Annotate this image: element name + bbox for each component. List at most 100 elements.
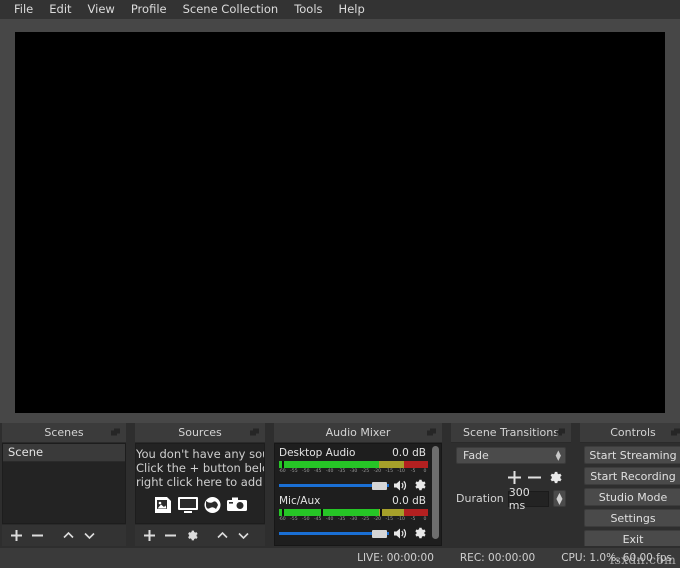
sources-dock: Sources You don't have any sources. Clic… — [133, 423, 267, 548]
cpu-fps-status: CPU: 1.0%, 60.00 fps — [561, 552, 672, 564]
mute-button[interactable] — [393, 479, 408, 492]
add-source-button[interactable] — [140, 526, 159, 545]
meter-tick-label: -10 — [397, 517, 405, 522]
preview-area — [0, 19, 680, 423]
transition-select[interactable]: Fade ▲ ▼ — [456, 447, 566, 464]
meter-tick-label: -55 — [290, 517, 298, 522]
display-capture-icon — [177, 497, 198, 513]
meter-tick-label: -30 — [349, 517, 358, 522]
stepper-down-icon[interactable]: ▼ — [556, 497, 562, 505]
remove-scene-button[interactable] — [28, 526, 47, 545]
menu-item-view[interactable]: View — [80, 0, 123, 19]
channel-settings-button[interactable] — [412, 526, 426, 540]
menu-bar: File Edit View Profile Scene Collection … — [0, 0, 680, 19]
image-icon — [154, 497, 171, 513]
meter-peak-marker — [281, 509, 284, 516]
move-scene-up-button[interactable] — [59, 526, 78, 545]
speaker-icon — [394, 480, 407, 490]
channel-settings-button[interactable] — [412, 478, 426, 492]
source-properties-button[interactable] — [182, 526, 201, 545]
dock-row: Scenes Scene Sources You don't have any … — [0, 423, 680, 548]
scenes-dock: Scenes Scene — [0, 423, 128, 548]
sources-empty-line-3: right click here to add one. — [136, 475, 264, 489]
sources-empty-placeholder[interactable]: You don't have any sources. Click the + … — [135, 443, 265, 524]
menu-item-profile[interactable]: Profile — [123, 0, 175, 19]
live-time-status: LIVE: 00:00:00 — [357, 552, 434, 564]
add-transition-button[interactable] — [505, 468, 524, 487]
add-scene-button[interactable] — [7, 526, 26, 545]
sources-empty-icon-row — [153, 496, 248, 514]
volume-slider[interactable] — [279, 479, 389, 492]
sources-toolbar — [135, 524, 265, 546]
meter-tick-label: -30 — [349, 469, 358, 474]
mute-button[interactable] — [393, 527, 408, 540]
sources-empty-line-2: Click the + button below, or — [136, 461, 264, 475]
meter-tick-label: -20 — [373, 517, 382, 522]
meter-tick-label: -60 — [279, 469, 286, 474]
mixer-scrollbar[interactable] — [430, 444, 441, 545]
scenes-list-container: Scene — [2, 443, 126, 524]
start-streaming-button[interactable]: Start Streaming — [584, 446, 680, 464]
scene-transitions-dock-title-label: Scene Transitions — [463, 426, 559, 439]
meter-tick-label: -50 — [302, 517, 310, 522]
menu-item-tools[interactable]: Tools — [286, 0, 330, 19]
start-recording-button[interactable]: Start Recording — [584, 467, 680, 485]
minus-icon — [32, 534, 43, 537]
float-icon[interactable] — [427, 428, 436, 437]
channel-name: Mic/Aux — [279, 495, 321, 507]
menu-item-file[interactable]: File — [6, 0, 41, 19]
gear-icon — [415, 527, 426, 539]
meter-tick-label: -45 — [313, 469, 322, 474]
channel-level: 0.0 dB — [392, 495, 426, 507]
menu-item-scene-collection[interactable]: Scene Collection — [175, 0, 287, 19]
mixer-scrollbar-thumb[interactable] — [432, 446, 439, 540]
scenes-toolbar — [2, 524, 126, 546]
duration-stepper[interactable]: ▲ ▼ — [553, 490, 566, 507]
meter-peak-marker — [380, 509, 383, 516]
meter-segment — [279, 509, 379, 516]
slider-handle[interactable] — [372, 481, 387, 490]
meter-tick-label: 0 — [423, 517, 427, 522]
move-source-down-button[interactable] — [234, 526, 253, 545]
scenes-list[interactable]: Scene — [2, 443, 126, 524]
studio-mode-button[interactable]: Studio Mode — [584, 488, 680, 506]
float-icon[interactable] — [671, 428, 680, 437]
remove-source-button[interactable] — [161, 526, 180, 545]
meter-tick-label: -25 — [361, 469, 370, 474]
float-icon[interactable] — [556, 428, 565, 437]
meter-peak-marker — [320, 509, 323, 516]
meter-tick-label: -35 — [337, 469, 346, 474]
scene-list-item[interactable]: Scene — [3, 444, 125, 462]
scenes-dock-title: Scenes — [2, 423, 126, 443]
duration-label: Duration — [456, 492, 504, 505]
mixer-channel-mic-aux: Mic/Aux 0.0 dB -60-55-50-45-40-35-30-25-… — [279, 495, 428, 540]
controls-dock-title-label: Controls — [610, 426, 656, 439]
transition-properties-button[interactable] — [545, 468, 564, 487]
float-icon[interactable] — [111, 428, 120, 437]
move-source-up-button[interactable] — [213, 526, 232, 545]
controls-dock: Controls Start Streaming Start Recording… — [578, 423, 680, 548]
meter-tick-label: -40 — [325, 517, 334, 522]
menu-item-edit[interactable]: Edit — [41, 0, 79, 19]
duration-input[interactable]: 300 ms — [507, 486, 549, 512]
meter-segment — [279, 461, 379, 468]
volume-slider[interactable] — [279, 527, 389, 540]
move-scene-down-button[interactable] — [80, 526, 99, 545]
minus-icon — [165, 534, 176, 537]
channel-name: Desktop Audio — [279, 447, 356, 459]
meter-segment — [378, 509, 405, 516]
slider-handle[interactable] — [372, 529, 387, 538]
preview-canvas[interactable] — [15, 32, 665, 413]
meter-tick-label: -15 — [385, 469, 394, 474]
menu-item-help[interactable]: Help — [331, 0, 373, 19]
audio-mixer-body: Desktop Audio 0.0 dB -60-55-50-45-40-35-… — [274, 443, 442, 546]
meter-tick-label: -55 — [290, 469, 298, 474]
exit-button[interactable]: Exit — [584, 530, 680, 546]
audio-mixer-dock: Audio Mixer Desktop Audio 0.0 dB -60-55-… — [272, 423, 444, 548]
settings-button[interactable]: Settings — [584, 509, 680, 527]
speaker-icon — [394, 528, 407, 538]
volume-meter-scale: -60-55-50-45-40-35-30-25-20-15-10-50 — [279, 516, 428, 523]
chevron-down-icon — [84, 532, 95, 540]
float-icon[interactable] — [250, 428, 259, 437]
remove-transition-button[interactable] — [525, 468, 544, 487]
